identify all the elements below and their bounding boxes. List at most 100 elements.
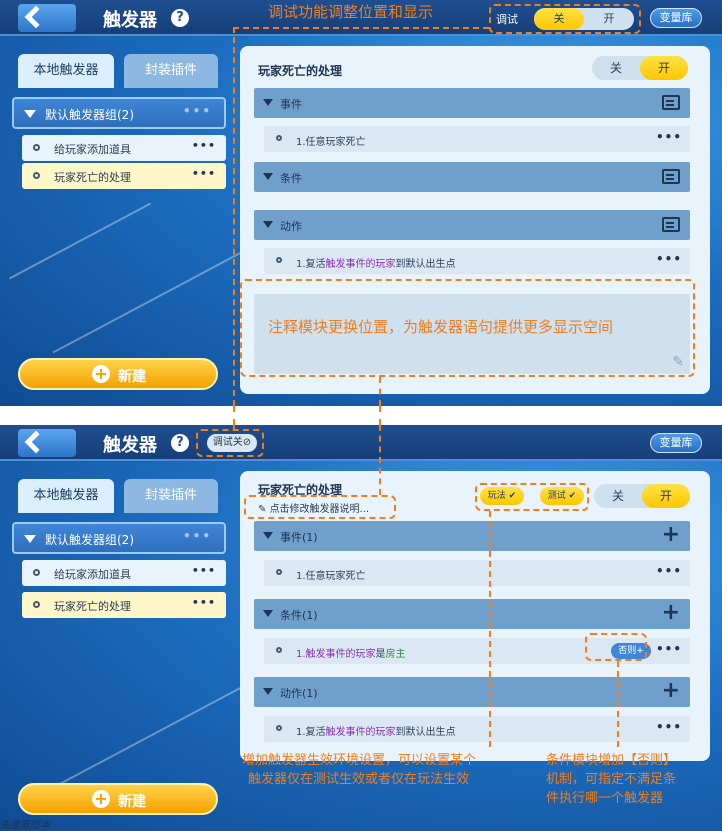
variable-library-button[interactable]: 变量库	[650, 8, 702, 28]
actions-section-header[interactable]: 动作	[254, 210, 690, 240]
sidebar: 本地触发器 封装插件 默认触发器组(2) ••• 给玩家添加道具 ••• 玩家死…	[0, 40, 232, 406]
collapse-triangle-icon	[263, 610, 273, 617]
actions-section-header[interactable]: 动作(1) +	[254, 677, 690, 707]
annotation-connector	[617, 661, 619, 747]
trigger-group-header[interactable]: 默认触发器组(2) •••	[12, 522, 226, 554]
annotation-connector	[233, 27, 489, 29]
env-annotation-text: 增加触发器生效环境设置，可以设置某个 触发器仅在测试生效或者仅在玩法生效	[242, 753, 477, 787]
sidebar-item-label: 给玩家添加道具	[54, 568, 131, 581]
version-footer: 先遣服版本	[0, 820, 50, 831]
section-label: 事件(1)	[280, 531, 318, 544]
collapse-triangle-icon	[263, 173, 273, 180]
sidebar: 本地触发器 封装插件 默认触发器组(2) ••• 给玩家添加道具 ••• 玩家死…	[0, 465, 232, 831]
app-header: 触发器 ? 调试关⊘ 变量库	[0, 425, 722, 461]
tab-local-triggers[interactable]: 本地触发器	[18, 479, 114, 513]
section-label: 条件(1)	[280, 609, 318, 622]
annotation-connector	[489, 511, 491, 747]
notes-icon[interactable]	[662, 169, 680, 184]
item-more-icon[interactable]: •••	[192, 139, 216, 152]
add-condition-icon[interactable]: +	[662, 601, 680, 625]
bullet-icon	[276, 135, 282, 141]
event-row[interactable]: 1.任意玩家死亡 •••	[264, 560, 690, 586]
new-trigger-button[interactable]: + 新建	[18, 358, 218, 390]
group-more-icon[interactable]: •••	[183, 529, 212, 543]
bullet-icon	[33, 569, 40, 576]
bullet-icon	[33, 601, 40, 608]
trigger-group-header[interactable]: 默认触发器组(2) •••	[12, 97, 226, 129]
chevron-left-icon	[24, 430, 48, 454]
row-more-icon[interactable]: •••	[656, 642, 682, 656]
notes-icon[interactable]	[662, 95, 680, 110]
events-section-header[interactable]: 事件	[254, 88, 690, 118]
bullet-icon	[33, 144, 40, 151]
collapse-triangle-icon	[263, 221, 273, 228]
new-button-label: 新建	[118, 369, 146, 385]
row-more-icon[interactable]: •••	[656, 720, 682, 734]
section-label: 动作(1)	[280, 687, 318, 700]
notes-icon[interactable]	[662, 217, 680, 232]
collapse-triangle-icon	[263, 99, 273, 106]
item-more-icon[interactable]: •••	[192, 167, 216, 180]
back-button[interactable]	[18, 4, 76, 32]
back-button[interactable]	[18, 429, 76, 457]
chevron-left-icon	[24, 5, 48, 29]
sidebar-item-label: 玩家死亡的处理	[54, 600, 131, 613]
expand-triangle-icon	[24, 110, 36, 118]
tab-local-triggers[interactable]: 本地触发器	[18, 54, 114, 88]
help-icon[interactable]: ?	[171, 434, 189, 452]
row-label: 1.触发事件的玩家是房主	[296, 649, 406, 660]
expand-triangle-icon	[24, 535, 36, 543]
notes-annotation-text: 注释模块更换位置，为触发器语句提供更多显示空间	[268, 318, 614, 336]
tab-packaged-plugins[interactable]: 封装插件	[124, 479, 218, 513]
bullet-icon	[33, 172, 40, 179]
new-trigger-button[interactable]: + 新建	[18, 783, 218, 815]
rule-toggle[interactable]: 关 开	[592, 56, 688, 80]
toggle-on-option[interactable]: 开	[640, 56, 688, 80]
else-annotation-box	[585, 633, 647, 661]
add-action-icon[interactable]: +	[662, 679, 680, 703]
group-more-icon[interactable]: •••	[183, 104, 212, 118]
annotation-connector	[233, 406, 235, 425]
sidebar-item-death-handler[interactable]: 玩家死亡的处理 •••	[22, 163, 226, 189]
conditions-section-header[interactable]: 条件(1) +	[254, 599, 690, 629]
sidebar-item-give-item[interactable]: 给玩家添加道具 •••	[22, 135, 226, 161]
env-annotation-box	[475, 483, 589, 511]
add-event-icon[interactable]: +	[662, 523, 680, 547]
help-icon[interactable]: ?	[171, 9, 189, 27]
sidebar-item-give-item[interactable]: 给玩家添加道具 •••	[22, 560, 226, 586]
rule-toggle[interactable]: 关 开	[594, 484, 690, 508]
annotation-connector	[379, 425, 381, 495]
sidebar-item-label: 给玩家添加道具	[54, 143, 131, 156]
event-row[interactable]: 1.任意玩家死亡 •••	[264, 126, 690, 152]
debug-annotation-text: 调试功能调整位置和显示	[268, 3, 434, 21]
conditions-section-header[interactable]: 条件	[254, 162, 690, 192]
collapse-triangle-icon	[263, 532, 273, 539]
row-more-icon[interactable]: •••	[656, 252, 682, 266]
annotation-connector	[379, 377, 381, 406]
toggle-on-option[interactable]: 开	[642, 484, 690, 508]
item-more-icon[interactable]: •••	[192, 564, 216, 577]
item-more-icon[interactable]: •••	[192, 596, 216, 609]
else-annotation-text: 条件模块增加【否则】 机制，可指定不满足条 件执行哪一个触发器	[546, 753, 677, 806]
events-section-header[interactable]: 事件(1) +	[254, 521, 690, 551]
annotation-connector	[233, 27, 235, 406]
section-label: 条件	[280, 172, 302, 185]
action-row[interactable]: 1.复活触发事件的玩家到默认出生点 •••	[264, 716, 690, 742]
row-label: 1.复活触发事件的玩家到默认出生点	[296, 259, 456, 270]
row-label: 1.复活触发事件的玩家到默认出生点	[296, 727, 456, 738]
row-label: 1.任意玩家死亡	[296, 571, 366, 582]
bullet-icon	[276, 725, 282, 731]
tab-packaged-plugins[interactable]: 封装插件	[124, 54, 218, 88]
toggle-off-option[interactable]: 关	[592, 56, 640, 80]
toggle-off-option[interactable]: 关	[594, 484, 642, 508]
row-more-icon[interactable]: •••	[656, 130, 682, 144]
bullet-icon	[276, 647, 282, 653]
debug-annotation-box	[196, 429, 264, 457]
section-label: 事件	[280, 98, 302, 111]
bullet-icon	[276, 569, 282, 575]
sidebar-item-death-handler[interactable]: 玩家死亡的处理 •••	[22, 592, 226, 618]
row-more-icon[interactable]: •••	[656, 564, 682, 578]
variable-library-button[interactable]: 变量库	[650, 433, 702, 453]
group-label: 默认触发器组(2)	[45, 108, 134, 122]
action-row[interactable]: 1.复活触发事件的玩家到默认出生点 •••	[264, 248, 690, 274]
